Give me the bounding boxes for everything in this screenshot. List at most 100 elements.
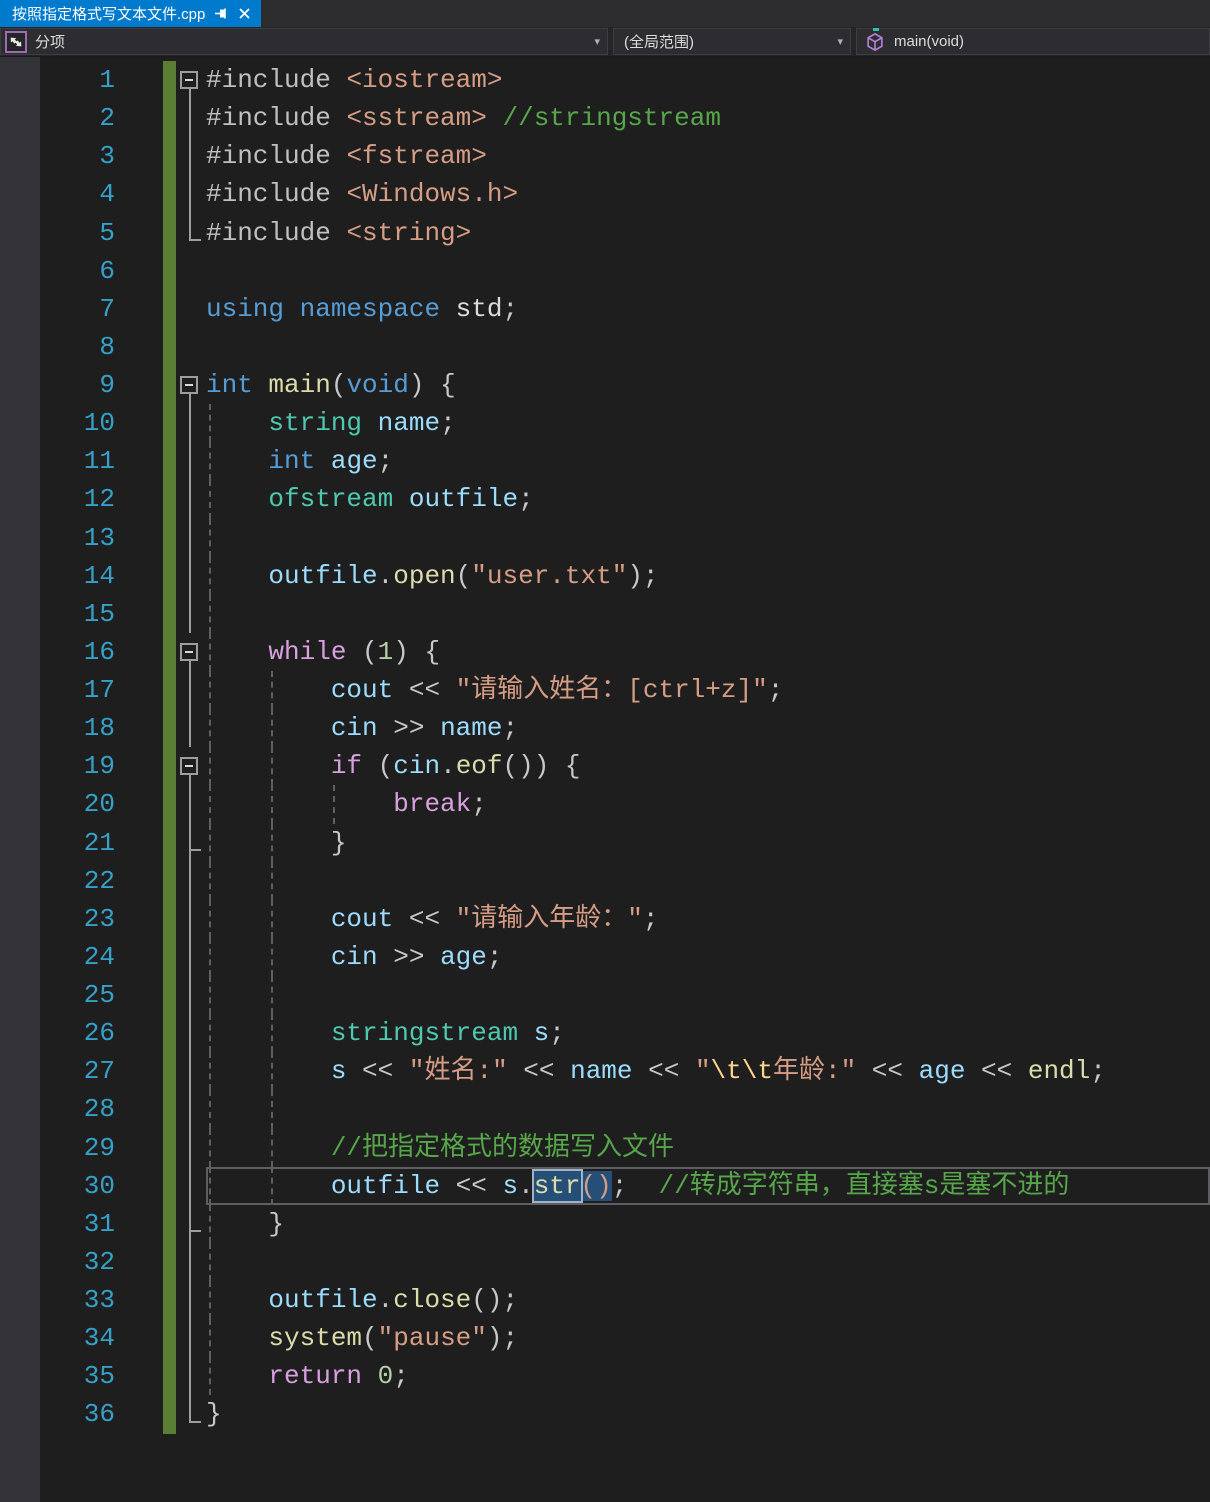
code-text[interactable]: return 0; <box>206 1357 1210 1396</box>
code-line[interactable]: 21 } <box>0 823 1210 862</box>
code-text[interactable]: cin >> name; <box>206 709 1210 748</box>
line-number[interactable]: 17 <box>0 671 115 709</box>
code-text[interactable] <box>206 861 1210 900</box>
code-text[interactable]: int main(void) { <box>206 366 1210 404</box>
line-number[interactable]: 23 <box>0 900 115 938</box>
code-line[interactable]: 12 ofstream outfile; <box>0 480 1210 519</box>
code-text[interactable] <box>206 252 1210 290</box>
code-line[interactable]: 19 if (cin.eof()) { <box>0 747 1210 786</box>
line-number[interactable]: 21 <box>0 824 115 862</box>
code-text[interactable]: break; <box>206 785 1210 824</box>
line-number[interactable]: 16 <box>0 633 115 671</box>
line-number[interactable]: 2 <box>0 99 115 137</box>
code-text[interactable]: cout << "请输入年龄："; <box>206 899 1210 938</box>
line-number[interactable]: 28 <box>0 1090 115 1128</box>
code-line[interactable]: 10 string name; <box>0 404 1210 443</box>
line-number[interactable]: 25 <box>0 976 115 1014</box>
close-icon[interactable] <box>238 7 251 20</box>
code-line[interactable]: 15 <box>0 594 1210 633</box>
code-line[interactable]: 2 #include <sstream> //stringstream <box>0 99 1210 138</box>
code-line[interactable]: 11 int age; <box>0 442 1210 481</box>
code-line[interactable]: 18 cin >> name; <box>0 709 1210 748</box>
line-number[interactable]: 36 <box>0 1395 115 1433</box>
code-line[interactable]: 28 <box>0 1090 1210 1129</box>
code-text[interactable]: int age; <box>206 442 1210 481</box>
line-number[interactable]: 4 <box>0 175 115 213</box>
line-number[interactable]: 34 <box>0 1319 115 1357</box>
code-line[interactable]: 26 stringstream s; <box>0 1014 1210 1053</box>
code-line[interactable]: 23 cout << "请输入年龄："; <box>0 899 1210 938</box>
code-line[interactable]: 27 s << "姓名:" << name << "\t\t年龄:" << ag… <box>0 1052 1210 1091</box>
code-line[interactable]: 35 return 0; <box>0 1357 1210 1396</box>
line-number[interactable]: 3 <box>0 137 115 175</box>
code-text[interactable]: cin >> age; <box>206 937 1210 976</box>
line-number[interactable]: 26 <box>0 1014 115 1052</box>
code-line[interactable]: 32 <box>0 1242 1210 1281</box>
code-text[interactable]: } <box>206 823 1210 862</box>
code-text[interactable]: } <box>206 1395 1210 1433</box>
code-line[interactable]: 31 } <box>0 1204 1210 1243</box>
line-number[interactable]: 31 <box>0 1205 115 1243</box>
code-text[interactable]: //把指定格式的数据写入文件 <box>206 1128 1210 1167</box>
member-dropdown[interactable]: 分项 ▾ <box>0 28 608 55</box>
code-line[interactable]: 5 #include <string> <box>0 213 1210 252</box>
code-text[interactable]: cout << "请输入姓名：[ctrl+z]"; <box>206 671 1210 710</box>
code-editor[interactable]: 1 #include <iostream> 2 #include <sstream> … <box>0 57 1210 1502</box>
line-number[interactable]: 13 <box>0 519 115 557</box>
line-number[interactable]: 24 <box>0 938 115 976</box>
line-number[interactable]: 22 <box>0 862 115 900</box>
code-line[interactable]: 14 outfile.open("user.txt"); <box>0 556 1210 595</box>
code-text[interactable] <box>206 976 1210 1015</box>
line-number[interactable]: 20 <box>0 785 115 823</box>
code-text[interactable]: using namespace std; <box>206 290 1210 328</box>
code-line[interactable]: 3 #include <fstream> <box>0 137 1210 176</box>
line-number[interactable]: 5 <box>0 214 115 252</box>
code-line[interactable]: 6 <box>0 251 1210 290</box>
line-number[interactable]: 8 <box>0 328 115 366</box>
code-line[interactable]: 25 <box>0 976 1210 1015</box>
code-text[interactable]: outfile.close(); <box>206 1281 1210 1320</box>
code-line[interactable]: 36} <box>0 1395 1210 1434</box>
code-text[interactable]: #include <fstream> <box>206 137 1210 175</box>
code-text[interactable]: if (cin.eof()) { <box>206 747 1210 786</box>
code-line[interactable]: 13 <box>0 518 1210 557</box>
line-number[interactable]: 18 <box>0 709 115 747</box>
code-text[interactable]: } <box>206 1204 1210 1243</box>
code-text[interactable] <box>206 1242 1210 1281</box>
line-number[interactable]: 33 <box>0 1281 115 1319</box>
line-number[interactable]: 9 <box>0 366 115 404</box>
code-line[interactable]: 7 using namespace std; <box>0 289 1210 328</box>
collapse-toggle-icon[interactable] <box>180 376 198 395</box>
code-text[interactable]: #include <sstream> //stringstream <box>206 99 1210 137</box>
line-number[interactable]: 29 <box>0 1129 115 1167</box>
line-number[interactable]: 11 <box>0 442 115 480</box>
pin-icon[interactable] <box>214 6 229 21</box>
code-line[interactable]: 29 //把指定格式的数据写入文件 <box>0 1128 1210 1167</box>
code-text[interactable]: #include <iostream> <box>206 61 1210 99</box>
line-number[interactable]: 7 <box>0 290 115 328</box>
line-number[interactable]: 10 <box>0 404 115 442</box>
tab-active[interactable]: 按照指定格式写文本文件.cpp <box>0 0 262 27</box>
line-number[interactable]: 15 <box>0 595 115 633</box>
line-number[interactable]: 6 <box>0 252 115 290</box>
code-text[interactable]: system("pause"); <box>206 1319 1210 1358</box>
code-line[interactable]: 17 cout << "请输入姓名：[ctrl+z]"; <box>0 671 1210 710</box>
code-text[interactable]: #include <string> <box>206 214 1210 252</box>
line-number[interactable]: 19 <box>0 747 115 785</box>
line-number[interactable]: 12 <box>0 480 115 518</box>
collapse-toggle-icon[interactable] <box>180 642 198 661</box>
code-line[interactable]: 30 outfile << s.str(); //转成字符串，直接塞s是塞不进的 <box>0 1166 1210 1205</box>
line-number[interactable]: 35 <box>0 1357 115 1395</box>
code-line[interactable]: 24 cin >> age; <box>0 937 1210 976</box>
code-text[interactable]: stringstream s; <box>206 1014 1210 1053</box>
line-number[interactable]: 30 <box>0 1167 115 1205</box>
code-line[interactable]: 1 #include <iostream> <box>0 61 1210 100</box>
code-line[interactable]: 34 system("pause"); <box>0 1319 1210 1358</box>
code-line[interactable]: 4 #include <Windows.h> <box>0 175 1210 214</box>
code-line[interactable]: 33 outfile.close(); <box>0 1281 1210 1320</box>
line-number[interactable]: 27 <box>0 1052 115 1090</box>
code-text[interactable]: outfile << s.str(); //转成字符串，直接塞s是塞不进的 <box>206 1166 1210 1205</box>
code-text[interactable]: while (1) { <box>206 632 1210 671</box>
line-number[interactable]: 1 <box>0 61 115 99</box>
code-text[interactable]: ofstream outfile; <box>206 480 1210 519</box>
